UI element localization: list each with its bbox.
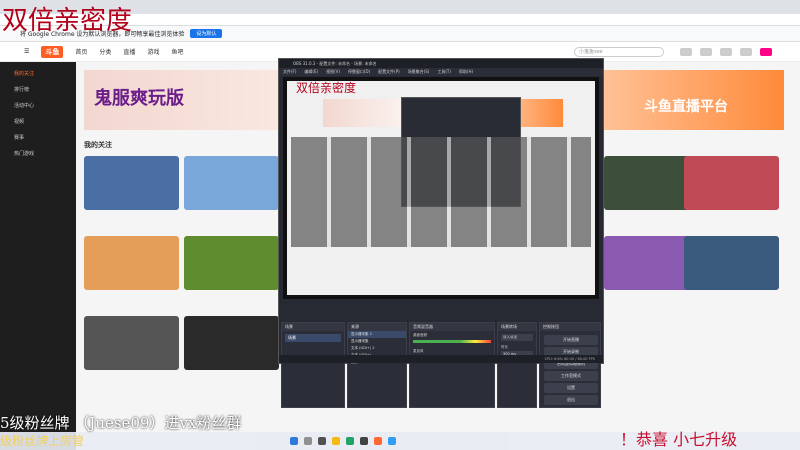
stream-card[interactable]: 可爱小姐姐热门 (184, 156, 279, 210)
duration-label: 时长 (501, 345, 508, 349)
scene-item[interactable]: 场景 (285, 334, 341, 342)
obs-menu-profile[interactable]: 配置文件(P) (378, 68, 400, 76)
stream-card[interactable]: 梦想的岛屿和胖哥热门游戏 (84, 156, 179, 210)
mixer-channel-desktop: 桌面音频 (413, 333, 427, 337)
sidebar-item-ranking[interactable]: 排行榜 (0, 82, 76, 98)
stream-card[interactable]: 上次直播热门 (184, 316, 279, 370)
source-item[interactable]: 显示器采集 (348, 338, 406, 345)
follow-icon[interactable] (700, 48, 712, 56)
obs-menu-docks[interactable]: 停靠窗口(D) (348, 68, 370, 76)
mixer-dock: 音频混音器 桌面音频 麦克风 (409, 322, 495, 408)
task-view-icon[interactable] (318, 437, 326, 445)
sidebar-item-following[interactable]: 我的关注 (0, 66, 76, 82)
chrome-icon[interactable] (346, 437, 354, 445)
controls-header: 控制按钮 (540, 323, 600, 331)
obs-menu-file[interactable]: 文件(F) (283, 68, 296, 76)
stream-card[interactable]: 好兄弟第一课王者荣耀 (184, 236, 279, 290)
obs-menu-view[interactable]: 视图(V) (326, 68, 340, 76)
obs-icon[interactable] (360, 437, 368, 445)
avatar[interactable] (760, 48, 772, 56)
download-icon[interactable] (740, 48, 752, 56)
obs-statusbar: CPU: 6.6% 60.00 / 60.00 FPS (279, 355, 603, 363)
obs-menubar: 文件(F) 编辑(E) 视图(V) 停靠窗口(D) 配置文件(P) 场景集合(S… (279, 68, 603, 76)
transitions-dock: 场景转场 淡入淡出 时长 300 ms (497, 322, 537, 408)
settings-button[interactable]: 设置 (544, 383, 598, 393)
obs-menu-scenecollection[interactable]: 场景集合(S) (408, 68, 430, 76)
sources-dock: 来源 显示器采集 2 显示器采集 文本 (GDI+) 2 文本 (GDI+) 图… (347, 322, 407, 408)
message-icon[interactable] (720, 48, 732, 56)
sidebar-item-hot-games[interactable]: 热门游戏 (0, 146, 76, 162)
douyu-icon[interactable] (374, 437, 382, 445)
exit-button[interactable]: 退出 (544, 395, 598, 405)
watermark-text-preview: 双倍亲密度 (296, 81, 357, 95)
site-logo[interactable]: 斗鱼 (41, 45, 64, 58)
set-default-button[interactable]: 设为默认 (190, 29, 223, 38)
obs-menu-tools[interactable]: 工具(T) (437, 68, 451, 76)
overlay-caption-2: 级粉丝牌上房管 (0, 434, 85, 448)
obs-window[interactable]: OBS 31.0.3 - 配置文件: 未命名 - 场景: 未命名 文件(F) 编… (278, 58, 604, 408)
obs-menu-help[interactable]: 帮助(H) (459, 68, 473, 76)
nav-live[interactable]: 直播 (123, 47, 135, 56)
scenes-header: 场景 (282, 323, 344, 331)
nav-home[interactable]: 首页 (75, 47, 87, 56)
watermark-text: 双倍亲密度 (2, 6, 133, 36)
menu-icon[interactable]: ☰ (24, 48, 29, 55)
source-item[interactable]: 显示器采集 2 (348, 331, 406, 338)
stream-card[interactable]: 王者荣耀热门游戏 (684, 156, 779, 210)
nav-games[interactable]: 游戏 (147, 47, 159, 56)
source-item[interactable]: 文本 (GDI+) 2 (348, 345, 406, 352)
sidebar-item-match[interactable]: 赛事 (0, 130, 76, 146)
explorer-icon[interactable] (332, 437, 340, 445)
sidebar: 我的关注 排行榜 活动中心 视频 赛事 热门游戏 (0, 62, 76, 450)
search-input[interactable]: 小鬼鱼see (574, 47, 664, 57)
obs-title: OBS 31.0.3 - 配置文件: 未命名 - 场景: 未命名 (279, 59, 603, 68)
transition-select[interactable]: 淡入淡出 (501, 334, 533, 341)
mixer-header: 音频混音器 (410, 323, 494, 331)
banner-left-text: 鬼服爽玩版 (94, 88, 184, 109)
start-icon[interactable] (290, 437, 298, 445)
app-icon[interactable] (388, 437, 396, 445)
stream-card[interactable]: 【JW】赛鸿楼赛乐美 (84, 236, 179, 290)
obs-menu-edit[interactable]: 编辑(E) (304, 68, 318, 76)
search-icon[interactable] (304, 437, 312, 445)
nav-category[interactable]: 分类 (99, 47, 111, 56)
history-icon[interactable] (680, 48, 692, 56)
overlay-caption: 5级粉丝牌 （Juese09）进vx粉丝群 (0, 414, 242, 432)
stream-card[interactable]: 开心的一天热门 (684, 236, 779, 290)
controls-dock: 控制按钮 开始直播 开始录制 启动虚拟摄像机 工作室模式 设置 退出 (539, 322, 601, 408)
sidebar-item-video[interactable]: 视频 (0, 114, 76, 130)
sources-header: 来源 (348, 323, 406, 331)
transitions-header: 场景转场 (498, 323, 536, 331)
banner-right-text: 斗鱼直播平台 (644, 99, 728, 115)
studio-mode-button[interactable]: 工作室模式 (544, 371, 598, 381)
overlay-congrats: ！恭喜 小七升级 (620, 430, 738, 449)
nav-fishbar[interactable]: 鱼吧 (171, 47, 183, 56)
obs-preview[interactable] (283, 77, 599, 299)
scenes-dock: 场景 场景 (281, 322, 345, 408)
section-title: 我的关注 (84, 141, 112, 149)
start-streaming-button[interactable]: 开始直播 (544, 335, 598, 345)
sidebar-item-events[interactable]: 活动中心 (0, 98, 76, 114)
stream-card[interactable]: 小小开热门 (84, 316, 179, 370)
